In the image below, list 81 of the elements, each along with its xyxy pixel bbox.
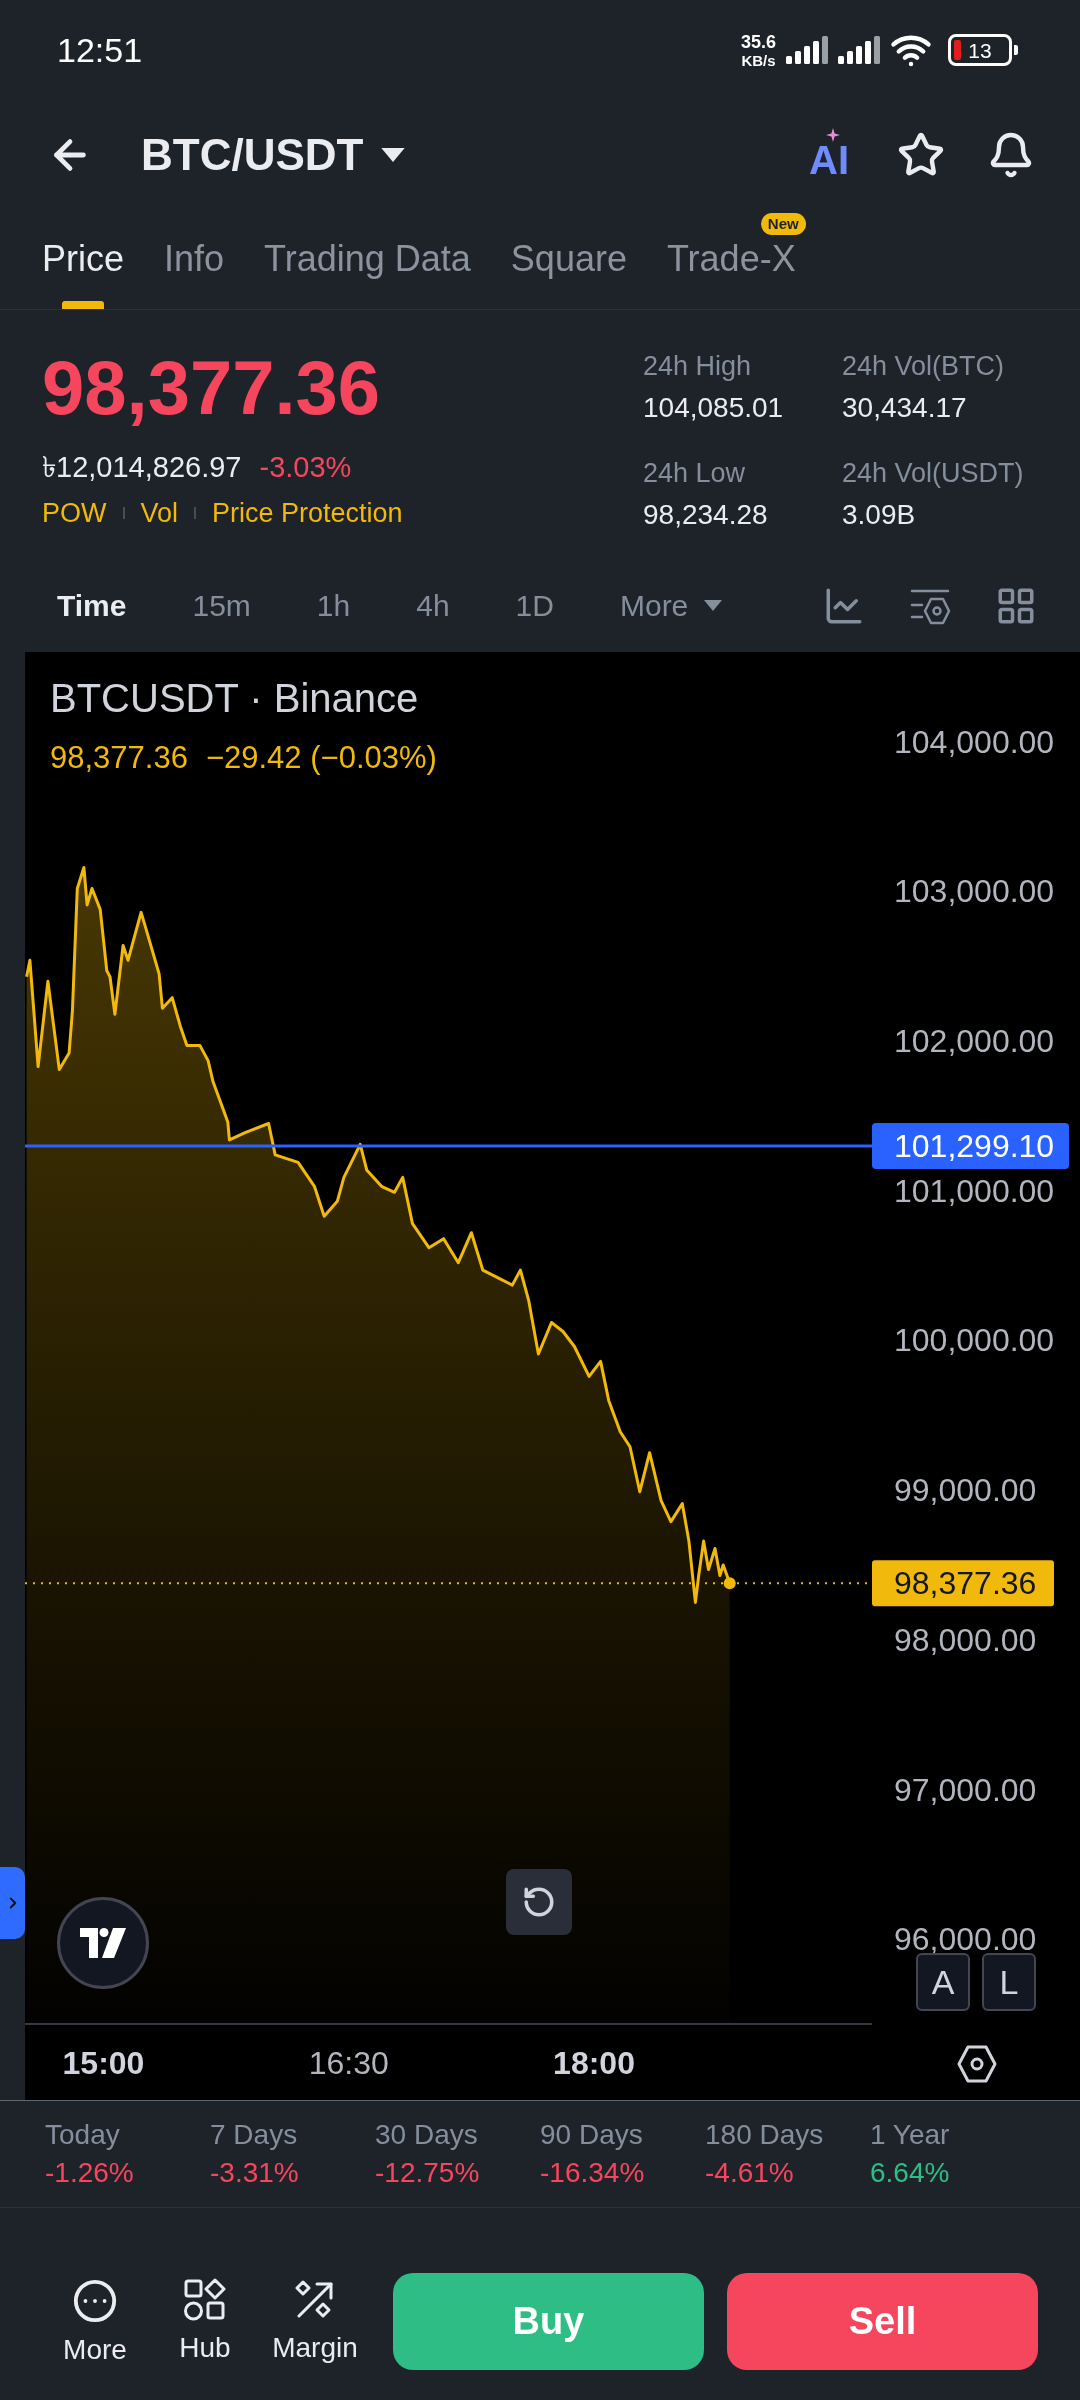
legend-change: −29.42 (−0.03%) [205,740,437,776]
ai-button[interactable]: AI [809,128,849,182]
period-change: -16.34% [540,2157,646,2189]
price-level-tag: 101,299.10 [872,1123,1069,1170]
tab[interactable]: Trade-X [666,235,796,309]
battery-charge-level [954,40,961,60]
bottom-action-button[interactable]: Margin [265,2278,365,2366]
network-speed-unit: KB/s [741,52,776,68]
scale-mode-button[interactable]: A [916,1953,970,2011]
stat-value: 104,085.01 [643,392,785,424]
period-change: -4.61% [705,2157,795,2189]
interval-tab[interactable]: 4h [416,587,450,624]
price-axis-label: 98,000.00 [894,1621,1037,1658]
sparkle-icon [826,128,840,142]
last-price: 98,377.36 [42,350,382,426]
stat-label: 24h Vol(BTC) [842,350,1006,382]
stat-value: 3.09B [842,499,917,531]
last-price-dot-icon [723,1577,736,1590]
stat-label: 24h Vol(USDT) [842,457,1024,489]
period-label: 180 Days [705,2119,825,2151]
legend-price: 98,377.36 [50,740,188,776]
stat-value: 30,434.17 [842,392,968,424]
price-axis-label: 100,000.00 [894,1322,1055,1359]
stat-label: 24h Low [643,457,747,489]
bottom-action-button[interactable]: More [45,2278,145,2366]
settings-icon[interactable] [957,2044,997,2084]
price-axis-label: 99,000.00 [894,1472,1037,1509]
coin-tag[interactable]: Vol [140,497,179,529]
scale-mode-button[interactable]: L [982,1953,1036,2011]
price-axis-label: 103,000.00 [894,873,1055,910]
interval-tab[interactable]: 15m [192,587,251,624]
period-label: 30 Days [375,2119,479,2151]
sell-button[interactable]: Sell [727,2273,1038,2370]
price-axis-label: 97,000.00 [894,1771,1037,1808]
fiat-price: ৳12,014,826.97 [42,450,242,484]
side-panel-handle[interactable] [0,1867,25,1939]
period-label: 7 Days [210,2119,299,2151]
network-speed-value: 35.6 [740,32,776,51]
pair-selector[interactable]: BTC/USDT [141,122,406,188]
interval-tab[interactable]: 1D [515,587,554,624]
chart-title: BTCUSDT · Binance [50,675,420,722]
caret-icon [704,600,723,611]
tab[interactable]: Price [42,235,125,309]
price-axis-label: 101,000.00 [894,1172,1055,1209]
time-axis-label: 18:00 [553,2045,635,2081]
coin-tag[interactable]: Price Protection [212,497,403,529]
battery-percent: 13 [968,39,992,61]
more-icon [72,2278,118,2324]
time-axis-label: 16:30 [308,2045,389,2081]
stat-value: 98,234.28 [643,499,769,531]
price-axis-label: 104,000.00 [894,723,1055,760]
ref-line-label: 101,299.10 [894,1128,1055,1165]
tab[interactable]: Info [164,235,225,309]
reset-icon [522,1885,556,1919]
period-label: 90 Days [540,2119,644,2151]
tab[interactable]: Trading Data [264,235,471,309]
period-change: -1.26% [45,2157,135,2189]
interval-tab[interactable]: Time [57,587,127,624]
period-change: 6.64% [870,2157,951,2189]
clock-time: 12:51 [57,29,143,71]
last-price-tag: 98,377.36 [872,1560,1054,1607]
stat-label: 24h High [643,350,753,382]
price-axis-label: 102,000.00 [894,1023,1055,1060]
more-intervals-button[interactable]: More [619,587,723,624]
ref-line-label: 98,377.36 [894,1565,1037,1602]
time-axis-label: 15:00 [62,2045,145,2081]
hub-icon [183,2278,227,2322]
period-label: 1 Year [870,2119,951,2151]
signal-icon [786,36,828,64]
period-label: Today [45,2119,121,2151]
period-change: -12.75% [375,2157,481,2189]
tab[interactable]: Square [510,235,627,309]
price-change: -3.03% [259,450,352,484]
caret-icon [381,148,406,162]
bottom-action-button[interactable]: Hub [155,2278,255,2366]
period-change: -3.31% [210,2157,300,2189]
interval-tab[interactable]: 1h [316,587,351,624]
coin-tag[interactable]: POW [42,497,107,529]
reset-chart-button[interactable] [506,1869,572,1935]
new-badge: New [760,213,806,235]
signal-icon [838,36,880,64]
